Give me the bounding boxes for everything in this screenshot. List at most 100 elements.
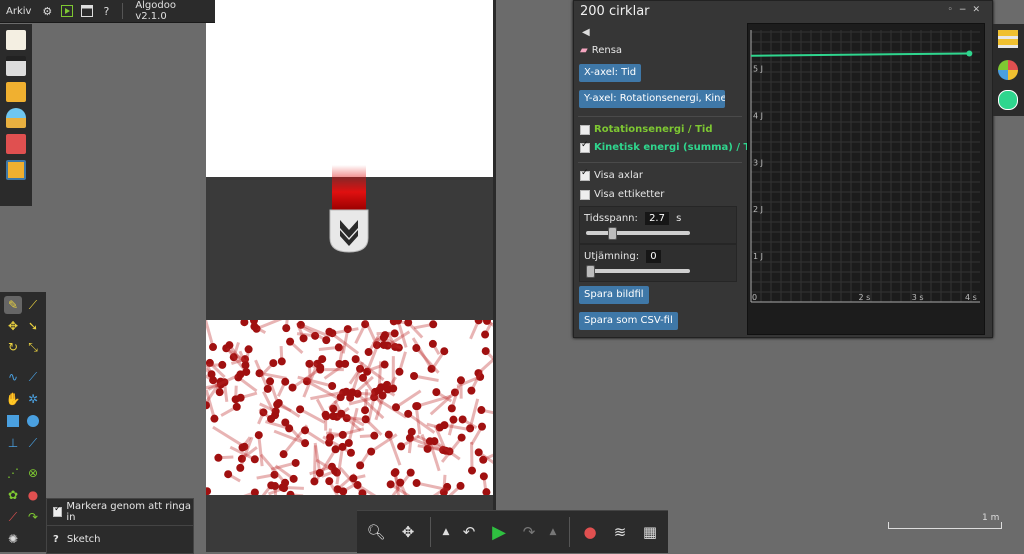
undo-menu-arrow-icon[interactable]: ▲: [435, 521, 457, 543]
smoothing-value[interactable]: 0: [646, 250, 660, 263]
drag-tool-icon[interactable]: ➘: [24, 317, 42, 335]
particle-circle: [387, 480, 395, 488]
open-folder-icon[interactable]: [6, 82, 26, 102]
scale-bar: [888, 522, 1002, 529]
save-csv-button[interactable]: Spara som CSV-fil: [579, 312, 678, 330]
gear-tool-icon[interactable]: ✲: [24, 390, 42, 408]
browse-online-icon[interactable]: [6, 108, 26, 128]
select-lasso-checkbox[interactable]: [53, 507, 62, 517]
pin-icon[interactable]: ◦: [948, 5, 959, 15]
particle-circle: [300, 334, 308, 342]
show-labels-checkbox[interactable]: [580, 190, 590, 200]
plane-tool-icon[interactable]: ⊥: [4, 434, 22, 452]
particle-circle: [285, 424, 293, 432]
series-toggle-kinetic[interactable]: Kinetisk energi (summa) / Tid: [580, 142, 761, 153]
particle-circle: [395, 368, 403, 376]
particle-circle: [482, 347, 490, 355]
tracer-tool-icon[interactable]: ●: [24, 486, 42, 504]
phunbox-icon[interactable]: [6, 134, 26, 154]
collapse-arrow-icon[interactable]: ◀: [582, 27, 590, 38]
rotational-checkbox[interactable]: [580, 125, 590, 135]
scale-tool-icon[interactable]: ⤡: [24, 338, 42, 356]
play-window-icon[interactable]: [60, 4, 74, 18]
show-axes-checkbox[interactable]: [580, 171, 590, 181]
move-tool-icon[interactable]: ✥: [4, 317, 22, 335]
window-icon[interactable]: [80, 4, 94, 18]
menu-separator: [122, 3, 123, 19]
gear-icon[interactable]: ⚙: [40, 4, 54, 18]
new-file-icon[interactable]: [6, 30, 26, 50]
thruster-tool-icon[interactable]: ↷: [24, 508, 42, 526]
y-axis-button[interactable]: Y-axel: Rotationsenergi, Kine...: [579, 90, 725, 108]
select-lasso-option[interactable]: Markera genom att ringa in: [47, 499, 193, 525]
timespan-slider-track[interactable]: [586, 231, 690, 235]
pan-icon[interactable]: ✥: [397, 521, 419, 543]
particle-container[interactable]: [206, 320, 493, 495]
new-scene-icon[interactable]: [6, 56, 26, 76]
clear-graph-label: Rensa: [592, 45, 622, 56]
sketch-tool-icon[interactable]: ✎: [4, 296, 22, 314]
window-controls[interactable]: ◦−✕: [948, 5, 986, 15]
hinge-tool-icon[interactable]: ✿: [4, 486, 22, 504]
timespan-row: Tidsspann: 2.7 s: [584, 212, 681, 225]
particle-circle: [266, 377, 274, 385]
rope-tool-icon[interactable]: ∿: [4, 368, 22, 386]
graph-plot-area[interactable]: 1 J2 J3 J4 J5 J02 s3 s4 s: [747, 23, 985, 335]
minimize-icon[interactable]: −: [959, 5, 973, 15]
particle-circle: [322, 411, 330, 419]
redo-menu-arrow-icon[interactable]: ▲: [542, 521, 564, 543]
air-friction-icon[interactable]: ≋: [609, 521, 631, 543]
kinetic-checkbox[interactable]: [580, 143, 590, 153]
particle-circle: [467, 387, 475, 395]
smoothing-slider-thumb[interactable]: [586, 265, 595, 278]
graph-window[interactable]: 200 cirklar ◦−✕ ◀ ▰ Rensa X-axel: Tid Y-…: [573, 0, 993, 338]
visualization-icon[interactable]: [998, 90, 1018, 110]
circle-tool-icon[interactable]: [24, 412, 42, 430]
sketch-help-row[interactable]: ? Sketch: [47, 525, 193, 552]
particle-circle: [232, 395, 240, 403]
timespan-slider-thumb[interactable]: [608, 227, 617, 240]
fixate-tool-icon[interactable]: ⊗: [24, 464, 42, 482]
smoothing-group: Utjämning: 0: [579, 244, 737, 282]
gravity-apple-icon[interactable]: ●: [579, 521, 601, 543]
show-labels-row[interactable]: Visa ettiketter: [580, 189, 664, 200]
show-labels-label: Visa ettiketter: [594, 189, 664, 200]
close-icon[interactable]: ✕: [972, 5, 986, 15]
spiral-tool-icon[interactable]: ✺: [4, 530, 22, 548]
timespan-value[interactable]: 2.7: [645, 212, 669, 225]
particle-circle: [271, 411, 279, 419]
grid-icon[interactable]: ▦: [639, 521, 661, 543]
laser-tool-icon[interactable]: ⟋: [4, 508, 22, 526]
save-folder-icon[interactable]: [6, 160, 26, 180]
knife-tool-icon[interactable]: ⟋: [24, 368, 42, 386]
x-axis-button[interactable]: X-axel: Tid: [579, 64, 641, 82]
toolbar-separator: [569, 517, 570, 547]
help-icon[interactable]: ?: [100, 4, 114, 18]
particle-circle: [478, 423, 486, 431]
help-icon: ?: [53, 534, 59, 545]
clear-graph-row[interactable]: ▰ Rensa: [580, 45, 622, 56]
chain-tool-icon[interactable]: ⋰: [4, 464, 22, 482]
palette-icon[interactable]: [998, 60, 1018, 80]
smoothing-slider-track[interactable]: [586, 269, 690, 273]
rotate-tool-icon[interactable]: ↻: [4, 338, 22, 356]
play-icon[interactable]: ▶: [488, 521, 510, 543]
particle-circle: [301, 439, 309, 447]
particle-circle: [391, 469, 399, 477]
redo-icon[interactable]: ↷: [518, 521, 540, 543]
box-tool-icon[interactable]: [4, 412, 22, 430]
show-axes-row[interactable]: Visa axlar: [580, 170, 643, 181]
particle-circle: [413, 402, 421, 410]
spring-tool-icon[interactable]: ⟋: [24, 434, 42, 452]
zoom-icon[interactable]: 🔍︎: [365, 521, 387, 543]
save-image-button[interactable]: Spara bildfil: [579, 286, 649, 304]
layers-icon[interactable]: [998, 30, 1018, 48]
undo-icon[interactable]: ↶: [458, 521, 480, 543]
gravity-down-icon[interactable]: [328, 208, 370, 254]
hand-tool-icon[interactable]: ✋: [4, 390, 22, 408]
brush-tool-icon[interactable]: ⟋: [24, 296, 42, 314]
particle-circle: [459, 415, 467, 423]
file-menu[interactable]: Arkiv: [0, 6, 37, 17]
particle-circle: [337, 410, 345, 418]
series-toggle-rotational[interactable]: Rotationsenergi / Tid: [580, 124, 712, 135]
